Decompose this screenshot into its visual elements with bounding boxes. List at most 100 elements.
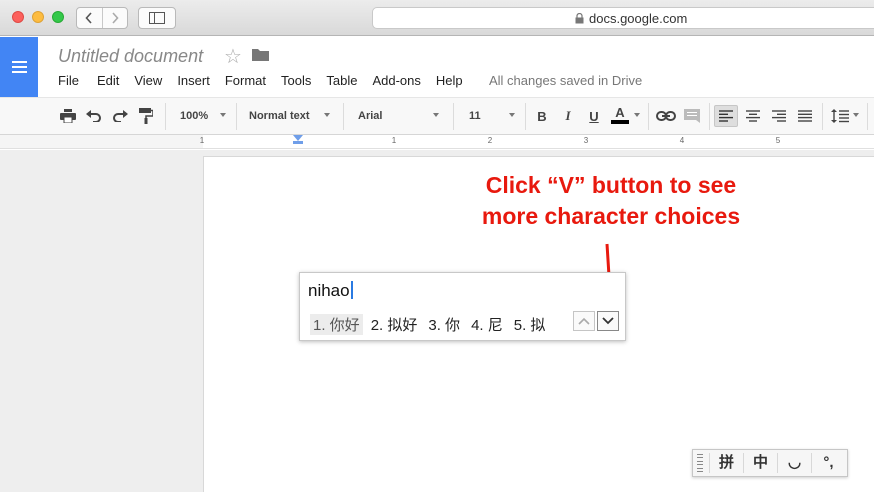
font-caret-icon xyxy=(433,113,439,117)
ime-status-bar: 拼 中 ◡ °, xyxy=(692,449,848,477)
annotation-line-2: more character choices xyxy=(481,203,741,229)
formatting-toolbar: 100% Normal text Arial 11 B I U A xyxy=(0,97,874,135)
redo-button[interactable] xyxy=(112,105,128,127)
lock-icon xyxy=(575,12,584,23)
menu-format[interactable]: Format xyxy=(225,73,266,88)
text-color-caret-icon xyxy=(634,113,640,117)
candidate-item[interactable]: 4. 尼 xyxy=(468,314,506,335)
italic-button[interactable]: I xyxy=(558,105,578,127)
size-caret-icon xyxy=(509,113,515,117)
text-color-button[interactable]: A xyxy=(609,105,631,127)
chevron-left-icon xyxy=(85,12,92,24)
ruler-label: 2 xyxy=(487,136,493,145)
candidate-item[interactable]: 5. 拟 xyxy=(511,314,549,335)
more-candidates-button[interactable] xyxy=(597,311,619,331)
back-button[interactable] xyxy=(77,8,102,28)
toolbar-divider xyxy=(165,103,166,130)
address-bar[interactable]: docs.google.com xyxy=(372,7,874,29)
first-line-indent-marker[interactable] xyxy=(293,141,303,144)
align-right-icon xyxy=(772,110,786,122)
toolbar-divider xyxy=(236,103,237,130)
sidebar-icon xyxy=(149,12,165,24)
menu-table[interactable]: Table xyxy=(326,73,357,88)
ime-composition[interactable]: nihao xyxy=(308,281,353,301)
menu-bar: File Edit View Insert Format Tools Table… xyxy=(58,73,481,88)
menu-view[interactable]: View xyxy=(134,73,162,88)
save-status[interactable]: All changes saved in Drive xyxy=(489,73,642,88)
browser-toolbar: docs.google.com xyxy=(0,0,874,36)
paint-format-icon xyxy=(139,108,153,124)
drag-handle-icon[interactable] xyxy=(697,454,709,472)
half-width-button[interactable]: ◡ xyxy=(777,453,811,473)
ruler-label: 5 xyxy=(775,136,781,145)
ruler-text-area xyxy=(203,135,874,148)
star-icon[interactable]: ☆ xyxy=(224,44,242,69)
print-button[interactable] xyxy=(60,105,76,127)
menu-file[interactable]: File xyxy=(58,73,79,88)
history-nav xyxy=(76,7,128,29)
align-center-button[interactable] xyxy=(746,105,760,127)
line-spacing-button[interactable] xyxy=(831,105,849,127)
toolbar-divider xyxy=(453,103,454,130)
document-title[interactable]: Untitled document xyxy=(58,46,203,67)
close-window-button[interactable] xyxy=(12,11,24,23)
insert-comment-button[interactable] xyxy=(684,105,700,127)
ruler-label: 1 xyxy=(391,136,397,145)
align-left-button[interactable] xyxy=(714,105,738,127)
ruler-label: 4 xyxy=(679,136,685,145)
candidate-item[interactable]: 1. 你好 xyxy=(310,314,363,335)
ime-composition-text: nihao xyxy=(308,281,350,300)
candidate-item[interactable]: 3. 你 xyxy=(425,314,463,335)
undo-button[interactable] xyxy=(86,105,102,127)
underline-button[interactable]: U xyxy=(584,105,604,127)
style-caret-icon xyxy=(324,113,330,117)
ime-candidate-window: nihao 1. 你好 2. 拟好 3. 你 4. 尼 5. 拟 xyxy=(299,272,626,341)
menu-addons[interactable]: Add-ons xyxy=(372,73,420,88)
align-justify-icon xyxy=(798,110,812,122)
line-spacing-caret-icon xyxy=(853,113,859,117)
link-icon xyxy=(656,111,676,121)
pinyin-mode-button[interactable]: 拼 xyxy=(709,453,743,473)
text-color-letter: A xyxy=(615,105,625,120)
punctuation-button[interactable]: °, xyxy=(811,453,845,473)
menu-tools[interactable]: Tools xyxy=(281,73,311,88)
folder-icon[interactable] xyxy=(252,48,269,66)
font-size-select[interactable]: 11 xyxy=(469,105,481,127)
align-right-button[interactable] xyxy=(772,105,786,127)
chinese-mode-button[interactable]: 中 xyxy=(743,453,777,473)
minimize-window-button[interactable] xyxy=(32,11,44,23)
zoom-select[interactable]: 100% xyxy=(180,105,208,127)
menu-insert[interactable]: Insert xyxy=(177,73,210,88)
tutorial-annotation: Click “V” button to see more character c… xyxy=(438,170,784,232)
url-text: docs.google.com xyxy=(589,10,688,26)
zoom-window-button[interactable] xyxy=(52,11,64,23)
candidate-item[interactable]: 2. 拟好 xyxy=(368,314,421,335)
toolbar-divider xyxy=(709,103,710,130)
toolbar-divider xyxy=(822,103,823,130)
bold-button[interactable]: B xyxy=(532,105,552,127)
menu-edit[interactable]: Edit xyxy=(97,73,119,88)
text-cursor xyxy=(350,281,353,299)
docs-home-logo[interactable] xyxy=(0,37,38,97)
chevron-down-icon xyxy=(602,317,614,325)
menu-help[interactable]: Help xyxy=(436,73,463,88)
screen: docs.google.com Untitled document ☆ File… xyxy=(0,0,874,492)
justify-button[interactable] xyxy=(798,105,812,127)
chevron-right-icon xyxy=(112,12,119,24)
forward-button[interactable] xyxy=(101,8,128,28)
ruler-label: 3 xyxy=(583,136,589,145)
sidebar-toggle-button[interactable] xyxy=(138,7,176,29)
paint-format-button[interactable] xyxy=(139,105,153,127)
toolbar-divider xyxy=(867,103,868,130)
previous-candidates-button[interactable] xyxy=(573,311,595,331)
text-color-swatch xyxy=(611,120,629,124)
paragraph-style-select[interactable]: Normal text xyxy=(249,105,310,127)
zoom-caret-icon xyxy=(220,113,226,117)
undo-icon xyxy=(86,110,101,122)
chevron-up-icon xyxy=(578,317,590,325)
font-select[interactable]: Arial xyxy=(358,105,382,127)
comment-icon xyxy=(684,109,700,123)
align-center-icon xyxy=(746,110,760,122)
insert-link-button[interactable] xyxy=(656,105,676,127)
redo-icon xyxy=(113,110,128,122)
